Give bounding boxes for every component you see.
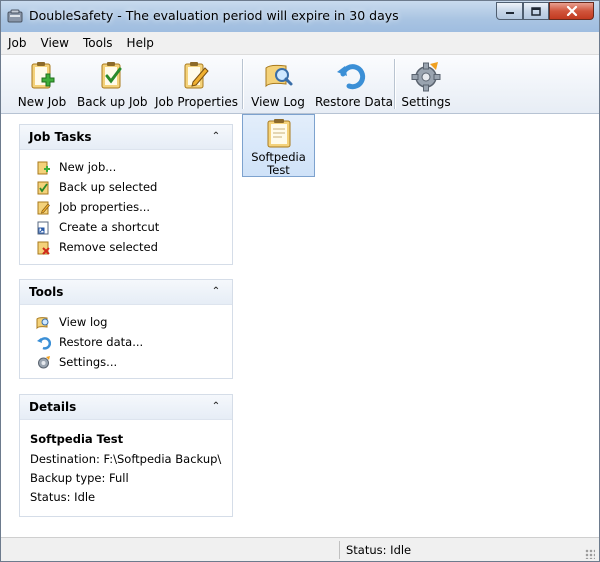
resize-grip-icon[interactable]	[585, 549, 595, 559]
gear-icon	[411, 62, 441, 92]
collapse-icon[interactable]: ⌃	[210, 401, 222, 413]
gear-icon	[38, 355, 50, 368]
shortcut-icon	[37, 221, 49, 234]
back-up-job-button[interactable]: Back up Job	[77, 57, 147, 111]
window-title: DoubleSafety - The evaluation period wil…	[29, 8, 399, 23]
title-bar[interactable]: DoubleSafety - The evaluation period wil…	[1, 1, 599, 32]
task-label: Job properties...	[59, 200, 151, 214]
app-icon	[7, 9, 23, 23]
job-item[interactable]: Softpedia Test	[242, 114, 315, 177]
menu-bar: Job View Tools Help	[1, 32, 599, 55]
view-log-icon	[36, 316, 49, 329]
minimize-icon	[505, 12, 514, 14]
collapse-icon[interactable]: ⌃	[210, 286, 222, 298]
job-icon	[267, 119, 291, 148]
new-job-icon	[31, 62, 55, 89]
restore-icon	[337, 64, 366, 90]
tool-view-log[interactable]: View log	[36, 313, 107, 331]
maximize-icon	[531, 6, 541, 16]
maximize-button[interactable]	[523, 2, 549, 20]
job-properties-button[interactable]: Job Properties	[155, 57, 238, 111]
restore-icon	[37, 336, 51, 350]
task-create-shortcut[interactable]: Create a shortcut	[36, 218, 159, 236]
tools-panel: Tools ⌃ View log Restore data... Setting…	[19, 279, 233, 379]
back-up-job-icon	[101, 62, 122, 89]
main-content: Job Tasks ⌃ New job... Back up selected …	[1, 114, 599, 537]
restore-data-button[interactable]: Restore Data	[315, 57, 393, 111]
task-label: Back up selected	[59, 180, 158, 194]
job-properties-icon	[184, 62, 209, 89]
view-log-icon	[265, 64, 293, 88]
task-label: Remove selected	[59, 240, 158, 254]
task-new-job[interactable]: New job...	[36, 158, 116, 176]
toolbar: New Job Back up Job Job Properties View …	[1, 55, 599, 114]
menu-tools[interactable]: Tools	[76, 32, 120, 54]
window-controls	[496, 2, 594, 21]
minimize-button[interactable]	[496, 2, 523, 20]
toolbar-separator	[242, 59, 244, 109]
details-status: Status: Idle	[30, 490, 96, 504]
close-button[interactable]	[549, 2, 594, 20]
details-backup-type: Backup type: Full	[30, 471, 129, 485]
toolbar-separator	[394, 59, 396, 109]
job-label-line2: Test	[267, 163, 290, 177]
view-log-button[interactable]: View Log	[251, 57, 305, 111]
tools-title: Tools	[29, 285, 64, 299]
restore-data-label: Restore Data	[315, 95, 393, 109]
job-tasks-header[interactable]: Job Tasks ⌃	[20, 125, 232, 150]
status-bar: Status: Idle	[1, 537, 599, 561]
tool-settings[interactable]: Settings...	[36, 353, 117, 371]
job-properties-label: Job Properties	[155, 95, 238, 109]
task-job-properties[interactable]: Job properties...	[36, 198, 150, 216]
tools-header[interactable]: Tools ⌃	[20, 280, 232, 305]
status-separator	[339, 541, 340, 559]
details-title: Details	[29, 400, 77, 414]
view-log-label: View Log	[251, 95, 305, 109]
details-job-name: Softpedia Test	[30, 432, 124, 446]
tool-label: View log	[59, 315, 108, 329]
new-job-label: New Job	[17, 95, 67, 109]
task-back-up-selected[interactable]: Back up selected	[36, 178, 157, 196]
collapse-icon[interactable]: ⌃	[210, 131, 222, 143]
task-pane: Job Tasks ⌃ New job... Back up selected …	[1, 114, 239, 537]
details-header[interactable]: Details ⌃	[20, 395, 232, 420]
task-remove-selected[interactable]: Remove selected	[36, 238, 158, 256]
new-job-icon	[37, 161, 50, 174]
new-job-button[interactable]: New Job	[15, 57, 69, 111]
details-destination: Destination: F:\Softpedia Backup\	[30, 452, 222, 466]
task-label: Create a shortcut	[59, 220, 160, 234]
close-icon	[566, 6, 577, 16]
menu-job[interactable]: Job	[1, 32, 34, 54]
menu-help[interactable]: Help	[120, 32, 161, 54]
job-tasks-panel: Job Tasks ⌃ New job... Back up selected …	[19, 124, 233, 265]
tool-label: Settings...	[59, 355, 118, 369]
status-text: Status: Idle	[346, 543, 412, 557]
remove-icon	[37, 241, 50, 255]
menu-view[interactable]: View	[34, 32, 76, 54]
job-tasks-title: Job Tasks	[29, 130, 92, 144]
job-properties-icon	[37, 201, 50, 214]
settings-button[interactable]: Settings	[401, 57, 451, 111]
job-label: Softpedia Test	[243, 151, 314, 177]
back-up-icon	[37, 181, 49, 194]
settings-label: Settings	[401, 95, 451, 109]
details-panel: Details ⌃ Softpedia Test Destination: F:…	[19, 394, 233, 517]
tool-restore-data[interactable]: Restore data...	[36, 333, 143, 351]
task-label: New job...	[59, 160, 117, 174]
app-window: DoubleSafety - The evaluation period wil…	[0, 0, 600, 562]
tool-label: Restore data...	[59, 335, 144, 349]
back-up-job-label: Back up Job	[77, 95, 148, 109]
